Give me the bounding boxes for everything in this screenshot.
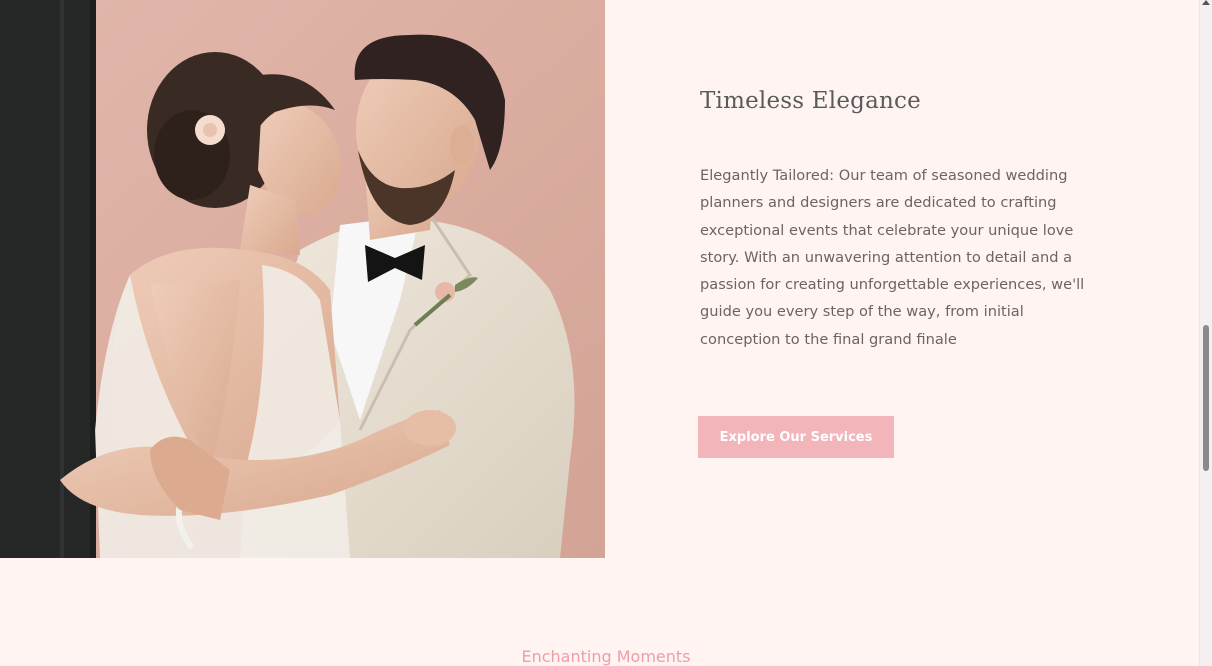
explore-services-button[interactable]: Explore Our Services bbox=[698, 416, 894, 458]
feature-title: Timeless Elegance bbox=[700, 88, 921, 114]
page: Timeless Elegance Elegantly Tailored: Ou… bbox=[0, 0, 1212, 666]
couple-illustration bbox=[0, 0, 605, 558]
feature-description: Elegantly Tailored: Our team of seasoned… bbox=[700, 167, 1085, 348]
scrollbar-thumb[interactable] bbox=[1203, 325, 1209, 471]
scroll-up-arrow-icon[interactable] bbox=[1202, 0, 1210, 5]
page-scrollbar[interactable] bbox=[1199, 0, 1212, 666]
couple-photo bbox=[0, 0, 605, 558]
enchanting-moments-heading: Enchanting Moments bbox=[521, 647, 691, 666]
